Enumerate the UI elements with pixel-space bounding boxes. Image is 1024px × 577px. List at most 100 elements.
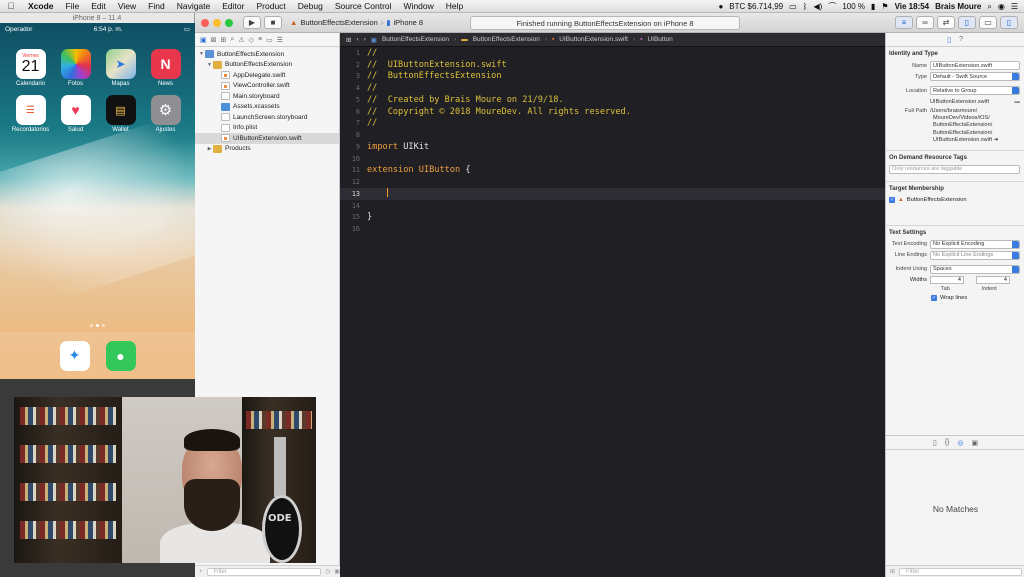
tab-width-field[interactable]: 4 (930, 276, 964, 285)
search-icon[interactable]: ⌕ (230, 36, 234, 44)
odr-tags-field[interactable]: Only resources are taggable (889, 164, 1020, 174)
battery-percent[interactable]: 100 % (842, 2, 865, 11)
airplay-icon[interactable]: ▭ (789, 2, 797, 11)
recent-icon[interactable]: ◷ (325, 568, 330, 575)
indent-select[interactable]: Spaces (930, 264, 1020, 274)
navigator-row[interactable]: Info.plist (195, 123, 339, 134)
menu-find[interactable]: Find (142, 1, 171, 11)
line-endings-select[interactable]: No Explicit Line Endings (930, 250, 1020, 260)
reveal-arrow-icon[interactable]: ➜ (994, 137, 999, 143)
navigator-row[interactable]: ▶ Products (195, 144, 339, 155)
minimize-window-icon[interactable] (213, 18, 221, 27)
menu-file[interactable]: File (60, 1, 86, 11)
zoom-window-icon[interactable] (225, 18, 233, 27)
code-area[interactable]: 1 // 2 // UIButtonExtension.swift 3 // Button… (340, 47, 885, 235)
indent-width-field[interactable]: 4 (976, 276, 1010, 285)
wifi-icon[interactable]: ⌒ (828, 1, 836, 12)
navigator-row[interactable]: Assets.xcassets (195, 102, 339, 113)
back-icon[interactable]: ‹ (356, 36, 358, 43)
menu-window[interactable]: Window (398, 1, 440, 11)
wrap-lines-checkbox[interactable]: ✓ Wrap lines (886, 293, 1024, 303)
btc-price[interactable]: BTC $6.714,99 (729, 2, 783, 11)
code-line[interactable]: 9 import UIKit (340, 141, 885, 153)
run-button[interactable]: ▶ (243, 16, 261, 29)
code-line[interactable]: 15} (340, 212, 885, 224)
notification-center-icon[interactable]: ☰ (1011, 2, 1018, 11)
media-library-icon[interactable]: ▣ (972, 439, 979, 447)
app-news[interactable]: N News (143, 49, 188, 87)
flag-icon[interactable]: ⚑ (881, 2, 888, 11)
navigator-row[interactable]: ViewController.swift (195, 81, 339, 92)
code-snippet-icon[interactable]: {} (945, 439, 950, 446)
grid-view-icon[interactable]: ⊞ (890, 568, 895, 575)
menu-debug[interactable]: Debug (292, 1, 329, 11)
close-window-icon[interactable] (201, 18, 209, 27)
code-line[interactable]: 8 (340, 129, 885, 141)
test-icon[interactable]: ◇ (249, 36, 254, 44)
symbol-icon[interactable]: ⊞ (221, 36, 227, 44)
menu-product[interactable]: Product (250, 1, 291, 11)
disclosure-triangle-icon[interactable]: ▼ (206, 62, 213, 68)
version-editor-button[interactable]: ⇄ (937, 16, 955, 29)
menu-view[interactable]: View (112, 1, 142, 11)
membership-checkbox[interactable]: ✓ ▲ ButtonEffectsExtension (886, 195, 1024, 205)
jump-item[interactable]: UIButtonExtension.swift (559, 36, 628, 43)
file-template-icon[interactable]: ▯ (933, 439, 937, 447)
code-line[interactable]: 2 // UIButtonExtension.swift (340, 59, 885, 71)
related-items-icon[interactable]: ⊞ (346, 36, 351, 44)
report-icon[interactable]: ☰ (277, 36, 283, 44)
breakpoint-icon[interactable]: ▭ (266, 36, 273, 44)
code-line[interactable]: 4 // (340, 82, 885, 94)
code-line[interactable]: 1 // (340, 47, 885, 59)
menu-navigate[interactable]: Navigate (171, 1, 217, 11)
code-line[interactable]: 6 // Copyright © 2018 MoureDev. All right… (340, 106, 885, 118)
folder-reveal-icon[interactable]: ▬ (1014, 99, 1020, 105)
inspector-toggle-button[interactable]: ▯ (1000, 16, 1018, 29)
navigator-row[interactable]: ▼ ButtonEffectsExtension (195, 49, 339, 60)
app-fotos[interactable]: Fotos (53, 49, 98, 87)
menu-editor[interactable]: Editor (216, 1, 250, 11)
jump-item[interactable]: UIButton (647, 36, 672, 43)
menu-user[interactable]: Brais Moure (935, 2, 981, 11)
scheme-selector[interactable]: ▲ ButtonEffectsExtension › ▮ iPhone 8 (290, 16, 423, 29)
assistant-editor-button[interactable]: ∞ (916, 16, 934, 29)
battery-icon[interactable]: ▮ (871, 2, 875, 11)
stop-button[interactable]: ■ (264, 16, 282, 29)
type-select[interactable]: Default - Swift Source (930, 72, 1020, 81)
disclosure-triangle-icon[interactable]: ▼ (198, 51, 205, 57)
source-control-icon[interactable]: ⊠ (211, 36, 217, 44)
code-line[interactable]: 13 (340, 187, 885, 200)
menu-clock[interactable]: Vie 18:54 (895, 2, 930, 11)
debug-toggle-button[interactable]: ▭ (979, 16, 997, 29)
simulator-screen[interactable]: Operador 6:54 p. m. ▭ Viernes 21 Calenda… (0, 23, 195, 379)
jump-item[interactable]: ButtonEffectsExtension (382, 36, 449, 43)
siri-icon[interactable]: ◉ (998, 2, 1005, 11)
app-wallet[interactable]: ▤ Wallet (98, 95, 143, 133)
menu-source-control[interactable]: Source Control (329, 1, 398, 11)
code-line[interactable]: 12 (340, 176, 885, 188)
code-line[interactable]: 11 extension UIButton { (340, 165, 885, 177)
menu-edit[interactable]: Edit (85, 1, 112, 11)
source-editor[interactable]: ⊞ ‹ › ▣ ButtonEffectsExtension › ▬ Butto… (340, 33, 885, 577)
code-line[interactable]: 5 // Created by Brais Moure on 21/9/18. (340, 94, 885, 106)
folder-icon[interactable]: ▣ (200, 36, 207, 44)
navigator-row[interactable]: Main.storyboard (195, 91, 339, 102)
encoding-select[interactable]: No Explicit Encoding (930, 239, 1020, 249)
code-line[interactable]: 10 (340, 153, 885, 165)
app-ajustes[interactable]: ⚙ Ajustes (143, 95, 188, 133)
code-line[interactable]: 14 (340, 200, 885, 212)
bluetooth-icon[interactable]: ᛒ (803, 2, 808, 11)
standard-editor-button[interactable]: ≡ (895, 16, 913, 29)
app-salud[interactable]: ♥ Salud (53, 95, 98, 133)
object-library-icon[interactable]: ◎ (957, 439, 963, 447)
spotlight-icon[interactable]: ⌕ (987, 2, 991, 12)
location-select[interactable]: Relative to Group (930, 86, 1020, 95)
library-filter-input[interactable]: Filter (899, 567, 1022, 576)
app-recordatorios[interactable]: ☰ Recordatorios (8, 95, 53, 133)
help-icon[interactable]: ? (959, 36, 963, 43)
apple-icon[interactable]:  (0, 1, 22, 11)
jump-item[interactable]: ButtonEffectsExtension (473, 36, 540, 43)
name-field[interactable]: UIButtonExtension.swift (930, 61, 1020, 70)
navigator-row[interactable]: LaunchScreen.storyboard (195, 112, 339, 123)
navigator-row[interactable]: ▼ ButtonEffectsExtension (195, 60, 339, 71)
